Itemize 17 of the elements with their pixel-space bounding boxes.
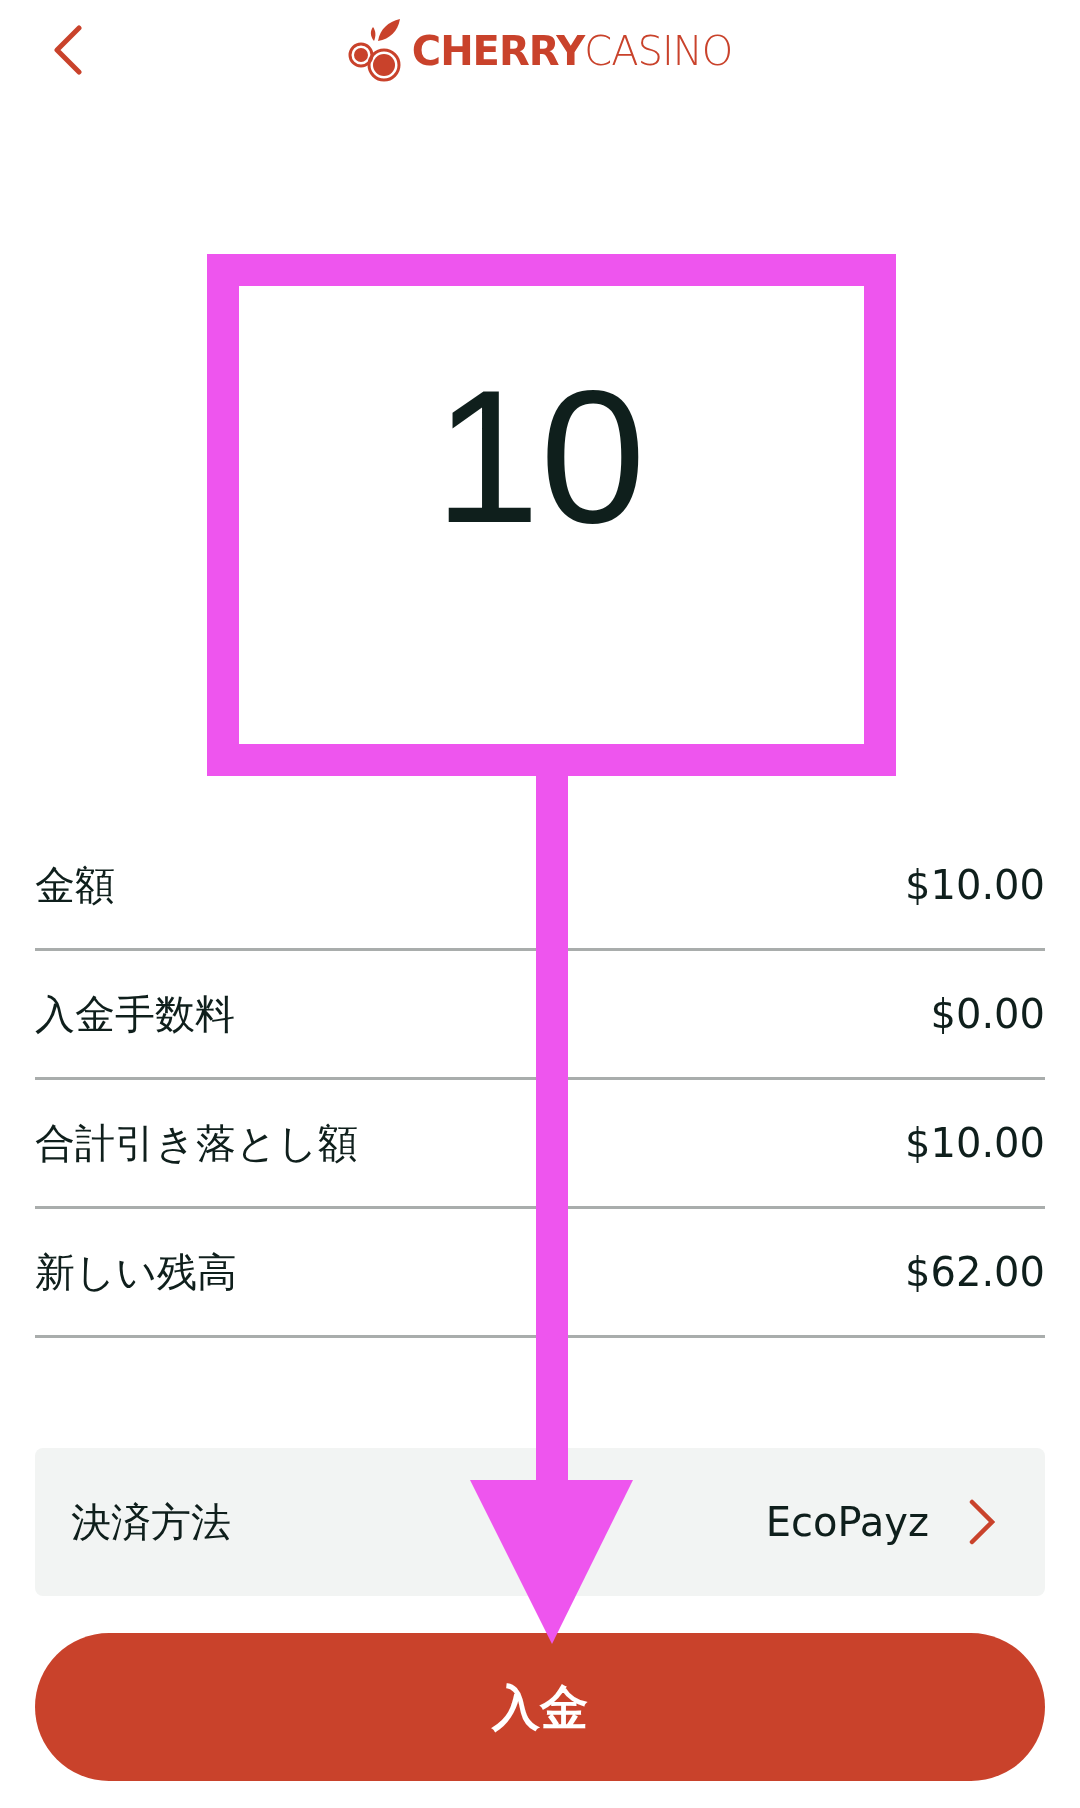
summary-value: $10.00 [905,1119,1045,1168]
amount-value: 10 [434,361,646,551]
summary-value: $10.00 [905,861,1045,910]
summary-value: $0.00 [930,990,1045,1039]
payment-method-label: 決済方法 [71,1498,231,1547]
chevron-right-icon [969,1499,995,1545]
summary-label: 金額 [35,861,115,910]
deposit-button[interactable]: 入金 [35,1633,1045,1781]
summary-label: 合計引き落とし額 [35,1119,358,1168]
payment-method-row[interactable]: 決済方法 EcoPayz [35,1448,1045,1596]
back-icon [53,25,83,75]
summary-value: $62.00 [905,1248,1045,1297]
payment-method-value: EcoPayz [765,1498,929,1547]
summary-label: 入金手数料 [35,990,235,1039]
brand-name: CHERRY [411,31,585,71]
summary-label: 新しい残高 [35,1248,237,1297]
brand-name: CASINO [584,31,733,71]
